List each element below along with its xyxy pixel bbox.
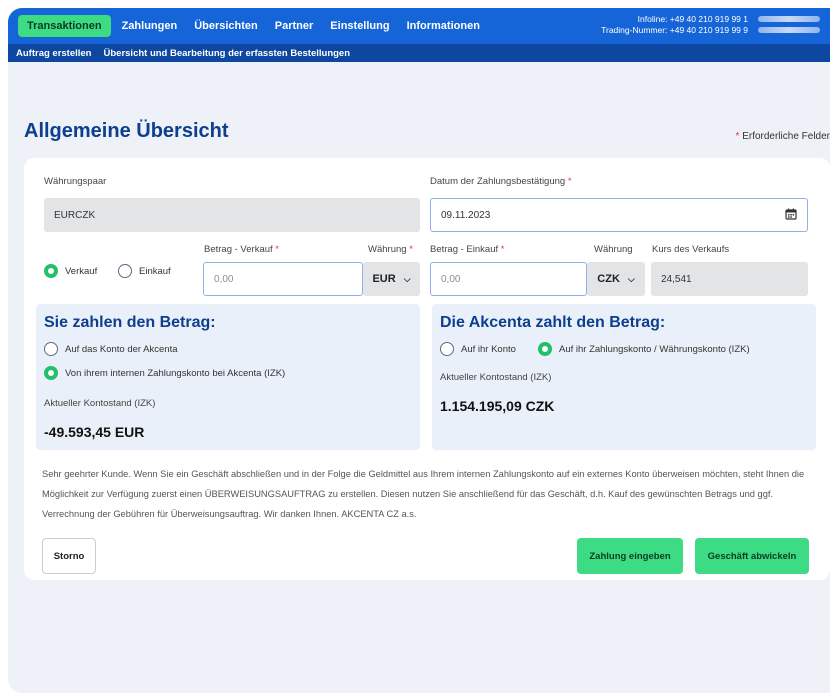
nav-tab-partner[interactable]: Partner: [275, 20, 314, 32]
radio-sell-label: Verkauf: [65, 265, 98, 277]
complete-transaction-button[interactable]: Geschäft abwickeln: [695, 538, 809, 574]
pay-option-akcenta-account-label: Auf das Konto der Akcenta: [65, 343, 178, 355]
confirmation-date-value: 09.11.2023: [441, 209, 491, 221]
nav-tab-uebersichten[interactable]: Übersichten: [194, 20, 258, 32]
currency-sell-label: Währung *: [368, 244, 413, 255]
pay-option-akcenta-account[interactable]: Auf das Konto der Akcenta: [44, 342, 178, 356]
required-star: *: [275, 244, 279, 255]
pay-balance-label: Aktueller Kontostand (IZK): [44, 398, 156, 409]
currency-buy-select[interactable]: CZK ⌵: [587, 262, 645, 296]
top-navigation: Transaktionen Zahlungen Übersichten Part…: [8, 8, 830, 44]
receive-option-payment-account-label: Auf ihr Zahlungskonto / Währungskonto (I…: [559, 343, 750, 355]
required-star: *: [500, 244, 505, 255]
currency-sell-select[interactable]: EUR ⌵: [363, 262, 420, 296]
customer-notice: Sehr geehrter Kunde. Wenn Sie ein Geschä…: [42, 469, 805, 519]
page-title: Allgemeine Übersicht: [24, 120, 229, 142]
receive-balance-label: Aktueller Kontostand (IZK): [440, 372, 552, 383]
amount-buy-label-text: Betrag - Einkauf: [430, 244, 499, 255]
subnav-order-overview[interactable]: Übersicht und Bearbeitung der erfassten …: [104, 48, 351, 59]
contact-info: Infoline: +49 40 210 919 99 1 Trading-Nu…: [601, 14, 748, 36]
infoline-text: Infoline: +49 40 210 919 99 1: [637, 14, 748, 24]
cancel-button[interactable]: Storno: [42, 538, 96, 574]
nav-tab-zahlungen[interactable]: Zahlungen: [122, 20, 178, 32]
app-screen: Transaktionen Zahlungen Übersichten Part…: [8, 8, 830, 693]
confirmation-date-input[interactable]: 09.11.2023: [430, 198, 808, 232]
chevron-down-icon: ⌵: [403, 273, 411, 284]
currency-sell-value: EUR: [372, 273, 396, 285]
you-pay-title: Sie zahlen den Betrag:: [44, 314, 216, 331]
amount-buy-input[interactable]: 0,00: [430, 262, 587, 296]
trading-number-text: Trading-Nummer: +49 40 210 919 99 9: [601, 25, 748, 35]
receive-option-your-account-label: Auf ihr Konto: [461, 343, 516, 355]
confirmation-date-label-text: Datum der Zahlungsbestätigung: [430, 176, 566, 187]
nav-tab-transaktionen[interactable]: Transaktionen: [18, 15, 111, 37]
akcenta-pays-panel: Die Akcenta zahlt den Betrag: Auf ihr Ko…: [432, 304, 816, 450]
amount-sell-label-text: Betrag - Verkauf: [204, 244, 273, 255]
subnav-create-order[interactable]: Auftrag erstellen: [16, 48, 92, 59]
currency-pair-field: EURCZK: [44, 198, 420, 232]
form-card: Währungspaar EURCZK Datum der Zahlungsbe…: [24, 158, 830, 580]
radio-buy-label: Einkauf: [139, 265, 171, 277]
radio-sell-option[interactable]: Verkauf: [44, 264, 97, 278]
currency-pair-label: Währungspaar: [44, 176, 107, 187]
sub-navigation: Auftrag erstellen Übersicht und Bearbeit…: [8, 44, 830, 62]
pay-balance-value: -49.593,45 EUR: [44, 424, 145, 440]
required-fields-label: Erforderliche Felder: [742, 131, 830, 142]
required-fields-note: * Erforderliche Felder: [736, 131, 831, 142]
radio-buy[interactable]: [118, 264, 132, 278]
currency-buy-label: Währung: [594, 244, 633, 255]
blurred-user-info: [758, 27, 820, 33]
receive-balance-value: 1.154.195,09 CZK: [440, 398, 555, 414]
blurred-user-info: [758, 16, 820, 22]
receive-option-payment-account[interactable]: Auf ihr Zahlungskonto / Währungskonto (I…: [538, 342, 750, 356]
amount-buy-label: Betrag - Einkauf *: [430, 244, 504, 255]
radio-buy-option[interactable]: Einkauf: [118, 264, 171, 278]
receive-radio-payment-account[interactable]: [538, 342, 552, 356]
nav-tab-einstellung[interactable]: Einstellung: [330, 20, 389, 32]
pay-option-internal-account-label: Von ihrem internen Zahlungskonto bei Akc…: [65, 367, 286, 379]
required-star: *: [735, 131, 740, 142]
pay-radio-internal-account[interactable]: [44, 366, 58, 380]
required-star: *: [567, 176, 572, 187]
amount-sell-input[interactable]: 0,00: [203, 262, 363, 296]
calendar-icon[interactable]: [785, 208, 797, 220]
chevron-down-icon: ⌵: [627, 273, 635, 284]
pay-radio-akcenta-account[interactable]: [44, 342, 58, 356]
currency-buy-value: CZK: [597, 273, 620, 285]
required-star: *: [409, 244, 413, 255]
nav-tab-informationen[interactable]: Informationen: [407, 20, 480, 32]
akcenta-pays-title: Die Akcenta zahlt den Betrag:: [440, 314, 666, 331]
sell-rate-label: Kurs des Verkaufs: [652, 244, 730, 255]
you-pay-panel: Sie zahlen den Betrag: Auf das Konto der…: [36, 304, 420, 450]
receive-option-your-account[interactable]: Auf ihr Konto: [440, 342, 516, 356]
currency-sell-label-text: Währung: [368, 244, 407, 255]
sell-rate-field: 24,541: [651, 262, 808, 296]
radio-sell-selected[interactable]: [44, 264, 58, 278]
pay-option-internal-account[interactable]: Von ihrem internen Zahlungskonto bei Akc…: [44, 366, 285, 380]
confirmation-date-label: Datum der Zahlungsbestätigung *: [430, 176, 572, 187]
enter-payment-button[interactable]: Zahlung eingeben: [577, 538, 683, 574]
receive-radio-your-account[interactable]: [440, 342, 454, 356]
amount-sell-label: Betrag - Verkauf *: [204, 244, 279, 255]
